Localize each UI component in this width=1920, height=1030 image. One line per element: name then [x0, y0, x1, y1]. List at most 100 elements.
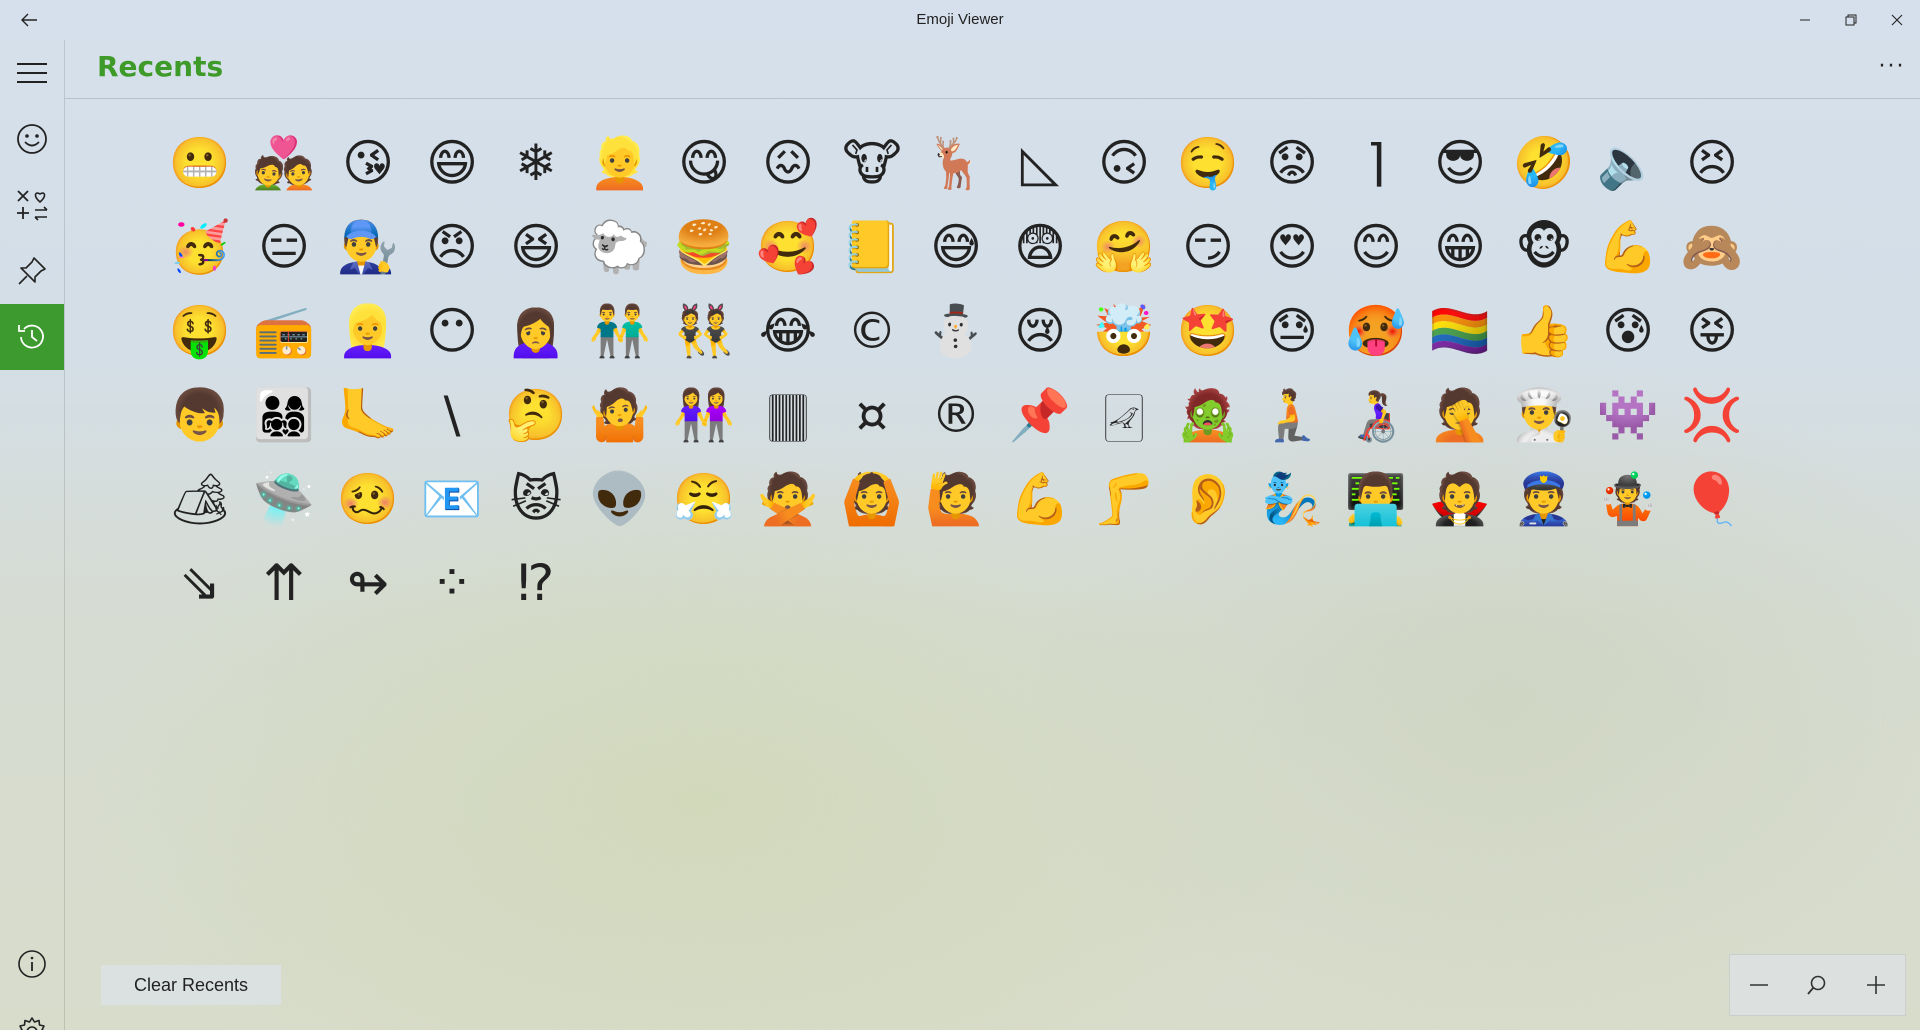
- emoji-cell[interactable]: 🐑: [578, 205, 662, 289]
- emoji-cell[interactable]: 🤦: [1418, 373, 1502, 457]
- emoji-cell[interactable]: 😏: [1166, 205, 1250, 289]
- emoji-cell[interactable]: 🧎: [1250, 373, 1334, 457]
- emoji-cell[interactable]: 😶: [410, 289, 494, 373]
- emoji-cell[interactable]: 🙅: [746, 457, 830, 541]
- emoji-cell[interactable]: \: [410, 373, 494, 457]
- emoji-cell[interactable]: 🥳: [158, 205, 242, 289]
- emoji-cell[interactable]: ⛄: [914, 289, 998, 373]
- emoji-cell[interactable]: ⌉: [1334, 121, 1418, 205]
- emoji-cell[interactable]: 📒: [830, 205, 914, 289]
- emoji-cell[interactable]: 👨‍👩‍👧‍👦: [242, 373, 326, 457]
- emoji-cell[interactable]: 😾: [494, 457, 578, 541]
- emoji-cell[interactable]: ¤: [830, 373, 914, 457]
- emoji-cell[interactable]: ⁘: [410, 541, 494, 625]
- emoji-cell[interactable]: ®: [914, 373, 998, 457]
- emoji-cell[interactable]: 😁: [1418, 205, 1502, 289]
- emoji-cell[interactable]: 😂: [746, 289, 830, 373]
- emoji-cell[interactable]: 🤤: [1166, 121, 1250, 205]
- emoji-cell[interactable]: 😟: [1250, 121, 1334, 205]
- emoji-cell[interactable]: 👭: [662, 373, 746, 457]
- emoji-cell[interactable]: 😅: [914, 205, 998, 289]
- emoji-cell[interactable]: 😄: [410, 121, 494, 205]
- emoji-cell[interactable]: 🙃: [1082, 121, 1166, 205]
- emoji-cell[interactable]: 😠: [410, 205, 494, 289]
- emoji-cell[interactable]: 💢: [1670, 373, 1754, 457]
- emoji-cell[interactable]: 😑: [242, 205, 326, 289]
- minimize-button[interactable]: [1782, 0, 1828, 40]
- emoji-cell[interactable]: 🧞: [1250, 457, 1334, 541]
- emoji-cell[interactable]: 😊: [1334, 205, 1418, 289]
- emoji-cell[interactable]: 👩‍🦽: [1334, 373, 1418, 457]
- back-button[interactable]: [0, 0, 58, 40]
- sidebar-item-about[interactable]: [0, 931, 64, 997]
- emoji-cell[interactable]: 🥰: [746, 205, 830, 289]
- emoji-cell[interactable]: ◺: [998, 121, 1082, 205]
- emoji-cell[interactable]: 👬: [578, 289, 662, 373]
- emoji-cell[interactable]: 👨‍💻: [1334, 457, 1418, 541]
- emoji-cell[interactable]: 🙆: [830, 457, 914, 541]
- emoji-cell[interactable]: 😰: [1586, 289, 1670, 373]
- emoji-cell[interactable]: 🤑: [158, 289, 242, 373]
- sidebar-item-symbols[interactable]: [0, 172, 64, 238]
- zoom-in-button[interactable]: [1856, 965, 1896, 1005]
- emoji-cell[interactable]: 🤹: [1586, 457, 1670, 541]
- emoji-cell[interactable]: 🍔: [662, 205, 746, 289]
- emoji-cell[interactable]: 😘: [326, 121, 410, 205]
- emoji-cell[interactable]: 👱‍♀️: [326, 289, 410, 373]
- restore-button[interactable]: [1828, 0, 1874, 40]
- emoji-cell[interactable]: 😨: [998, 205, 1082, 289]
- emoji-cell[interactable]: ⇈: [242, 541, 326, 625]
- emoji-cell[interactable]: ↬: [326, 541, 410, 625]
- emoji-cell[interactable]: 😎: [1418, 121, 1502, 205]
- emoji-cell[interactable]: 😤: [662, 457, 746, 541]
- emoji-cell[interactable]: 🦶: [326, 373, 410, 457]
- emoji-cell[interactable]: 🙈: [1670, 205, 1754, 289]
- emoji-cell[interactable]: ⇘: [158, 541, 242, 625]
- emoji-cell[interactable]: 🤯: [1082, 289, 1166, 373]
- emoji-cell[interactable]: 👨‍🔧: [326, 205, 410, 289]
- emoji-cell[interactable]: 🤔: [494, 373, 578, 457]
- emoji-cell[interactable]: 😝: [1670, 289, 1754, 373]
- emoji-cell[interactable]: 😢: [998, 289, 1082, 373]
- emoji-cell[interactable]: ©: [830, 289, 914, 373]
- emoji-cell[interactable]: 😋: [662, 121, 746, 205]
- emoji-cell[interactable]: 🐵: [1502, 205, 1586, 289]
- sidebar-item-settings[interactable]: [0, 999, 64, 1030]
- emoji-cell[interactable]: 🏳️‍🌈: [1418, 289, 1502, 373]
- emoji-cell[interactable]: 👍: [1502, 289, 1586, 373]
- emoji-cell[interactable]: 🎈: [1670, 457, 1754, 541]
- emoji-cell[interactable]: 🤣: [1502, 121, 1586, 205]
- close-button[interactable]: [1874, 0, 1920, 40]
- emoji-cell[interactable]: 👾: [1586, 373, 1670, 457]
- emoji-cell[interactable]: 🛸: [242, 457, 326, 541]
- emoji-cell[interactable]: 💑: [242, 121, 326, 205]
- sidebar-item-emoji[interactable]: [0, 106, 64, 172]
- emoji-cell[interactable]: 🏕: [158, 457, 242, 541]
- emoji-cell[interactable]: 📻: [242, 289, 326, 373]
- emoji-cell[interactable]: 👦: [158, 373, 242, 457]
- emoji-cell[interactable]: 🙍‍♀️: [494, 289, 578, 373]
- emoji-cell[interactable]: 🧟: [1166, 373, 1250, 457]
- emoji-cell[interactable]: 🙋: [914, 457, 998, 541]
- emoji-cell[interactable]: 🥴: [326, 457, 410, 541]
- emoji-cell[interactable]: 🀐: [1082, 373, 1166, 457]
- emoji-cell[interactable]: 🤗: [1082, 205, 1166, 289]
- emoji-cell[interactable]: 😖: [746, 121, 830, 205]
- emoji-cell[interactable]: 🦌: [914, 121, 998, 205]
- emoji-cell[interactable]: 🐮: [830, 121, 914, 205]
- emoji-cell[interactable]: 🧛: [1418, 457, 1502, 541]
- sidebar-item-pinned[interactable]: [0, 238, 64, 304]
- emoji-cell[interactable]: 😓: [1250, 289, 1334, 373]
- emoji-cell[interactable]: 📌: [998, 373, 1082, 457]
- emoji-cell[interactable]: 😆: [494, 205, 578, 289]
- emoji-cell[interactable]: 📧: [410, 457, 494, 541]
- emoji-cell[interactable]: 👂: [1166, 457, 1250, 541]
- emoji-cell[interactable]: 🀫: [746, 373, 830, 457]
- sidebar-item-recents[interactable]: [0, 304, 64, 370]
- emoji-cell[interactable]: 💪: [1586, 205, 1670, 289]
- emoji-cell[interactable]: 🔈: [1586, 121, 1670, 205]
- emoji-cell[interactable]: 😬: [158, 121, 242, 205]
- emoji-cell[interactable]: 💪: [998, 457, 1082, 541]
- emoji-cell[interactable]: 😍: [1250, 205, 1334, 289]
- emoji-cell[interactable]: 👮: [1502, 457, 1586, 541]
